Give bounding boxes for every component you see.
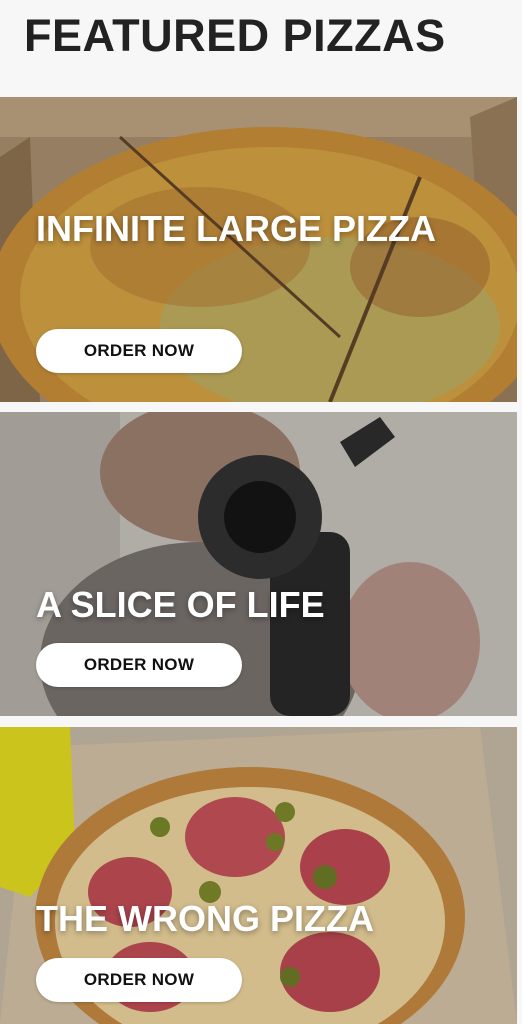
- featured-card-infinite-large-pizza[interactable]: INFINITE LARGE PIZZA ORDER NOW: [0, 97, 517, 402]
- page-title: FEATURED PIZZAS: [24, 10, 446, 61]
- card-title: THE WRONG PIZZA: [36, 898, 374, 939]
- order-now-button[interactable]: ORDER NOW: [36, 958, 242, 1002]
- order-now-button[interactable]: ORDER NOW: [36, 329, 242, 373]
- card-title: A SLICE OF LIFE: [36, 584, 325, 625]
- card-title: INFINITE LARGE PIZZA: [36, 208, 436, 249]
- order-now-button[interactable]: ORDER NOW: [36, 643, 242, 687]
- featured-card-the-wrong-pizza[interactable]: THE WRONG PIZZA ORDER NOW: [0, 727, 517, 1024]
- featured-card-a-slice-of-life[interactable]: A SLICE OF LIFE ORDER NOW: [0, 412, 517, 716]
- page: FEATURED PIZZAS INFINITE LARGE PIZZA ORD…: [0, 0, 522, 1024]
